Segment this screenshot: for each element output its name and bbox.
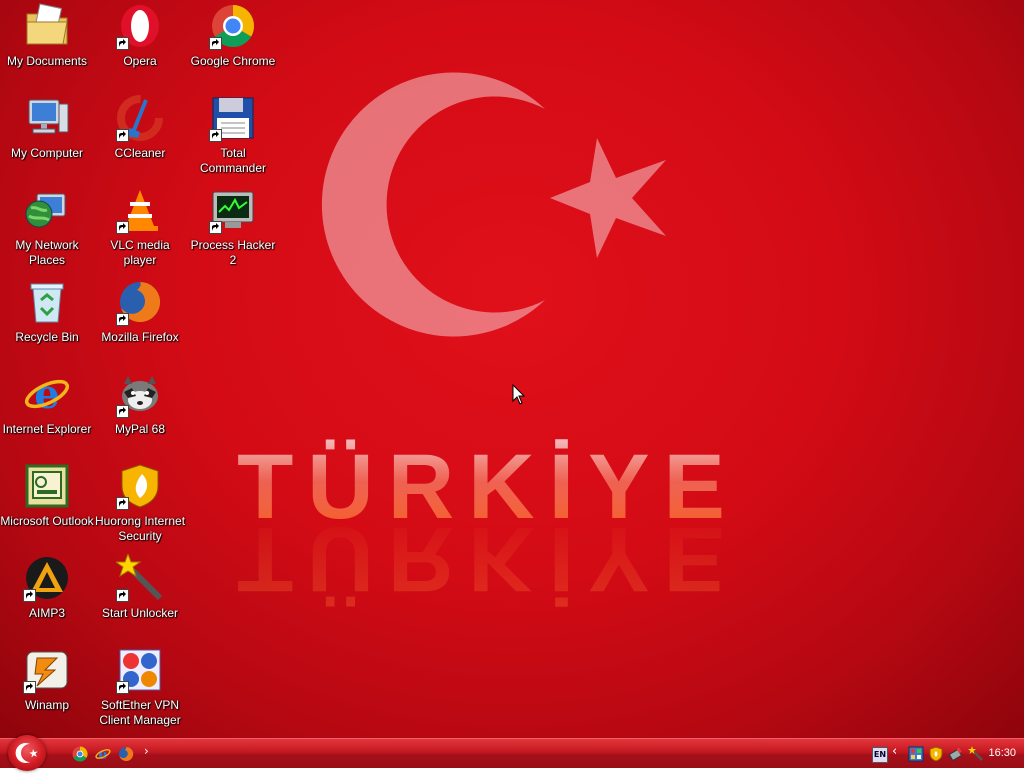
desktop-icon-aimp3[interactable]: AIMP3: [0, 552, 94, 642]
network-places-icon: [23, 186, 71, 234]
desktop-icon-start-unlocker[interactable]: Start Unlocker: [93, 552, 187, 642]
wallpaper-title-reflection: TÜRKİYE: [237, 508, 739, 610]
recycle-bin-icon: [23, 278, 71, 326]
desktop-icon-mozilla-firefox[interactable]: Mozilla Firefox: [93, 276, 187, 366]
desktop-icon-label: Opera: [123, 54, 157, 68]
winamp-icon: [23, 646, 71, 694]
shortcut-arrow-icon: [116, 313, 129, 326]
desktop-icon-label: Process Hacker 2: [190, 238, 276, 267]
desktop-icon-label: Winamp: [24, 698, 69, 712]
process-hacker-icon: [209, 186, 257, 234]
desktop-icon-total-commander[interactable]: Total Commander: [186, 92, 280, 182]
desktop-icon-my-computer[interactable]: My Computer: [0, 92, 94, 182]
desktop-icon-label: Internet Explorer: [2, 422, 92, 436]
computer-icon: [23, 94, 71, 142]
quicklaunch-more-chevron[interactable]: ›: [144, 744, 149, 758]
turkish-flag-start-icon: [15, 743, 38, 763]
shortcut-arrow-icon: [23, 681, 36, 694]
shortcut-arrow-icon: [116, 589, 129, 602]
desktop-icon-label: Huorong Internet Security: [94, 514, 186, 543]
aimp-icon: [23, 554, 71, 602]
softether-vpn-icon: [116, 646, 164, 694]
mouse-cursor-icon: [512, 384, 526, 405]
chrome-icon: [72, 746, 88, 762]
total-commander-icon: [209, 94, 257, 142]
desktop-icon-label: CCleaner: [114, 146, 166, 160]
desktop-icon-my-network-places[interactable]: My Network Places: [0, 184, 94, 274]
shortcut-arrow-icon: [116, 681, 129, 694]
desktop-icon-label: AIMP3: [28, 606, 65, 620]
shortcut-arrow-icon: [23, 589, 36, 602]
desktop-icon-label: VLC media player: [110, 238, 170, 267]
unlocker-wand-icon: [116, 554, 164, 602]
usb-device-icon: [948, 747, 963, 762]
huorong-shield-icon: [929, 746, 943, 762]
tray-network[interactable]: [908, 746, 924, 762]
ccleaner-icon: [116, 94, 164, 142]
desktop-icon-ccleaner[interactable]: CCleaner: [93, 92, 187, 182]
vlc-icon: [116, 186, 164, 234]
shortcut-arrow-icon: [116, 221, 129, 234]
outlook-icon: [23, 462, 71, 510]
desktop-icon-internet-explorer[interactable]: e Internet Explorer: [0, 368, 94, 458]
firefox-icon: [116, 278, 164, 326]
desktop-icon-mypal-68[interactable]: MyPal 68: [93, 368, 187, 458]
desktop-icon-label: Microsoft Outlook: [0, 514, 94, 528]
desktop-icon-label: Recycle Bin: [15, 330, 79, 344]
desktop-icon-huorong-internet-security[interactable]: Huorong Internet Security: [93, 460, 187, 550]
huorong-icon: [116, 462, 164, 510]
chrome-icon: [209, 2, 257, 50]
shortcut-arrow-icon: [116, 405, 129, 418]
firefox-icon: [119, 746, 134, 761]
network-icon: [908, 746, 924, 762]
desktop-icon-label: My Documents: [6, 54, 88, 68]
desktop-icon-label: MyPal 68: [114, 422, 166, 436]
tray-huorong[interactable]: [928, 746, 944, 762]
tray-expand-chevron[interactable]: ‹: [892, 744, 897, 759]
desktop-icon-my-documents[interactable]: My Documents: [0, 0, 94, 90]
start-button[interactable]: [8, 735, 46, 771]
shortcut-arrow-icon: [116, 497, 129, 510]
desktop-icon-recycle-bin[interactable]: Recycle Bin: [0, 276, 94, 366]
internet-explorer-icon: e: [23, 370, 71, 418]
system-tray: EN ‹ 16:30: [864, 739, 1024, 769]
desktop-icon-winamp[interactable]: Winamp: [0, 644, 94, 734]
svg-text:e: e: [34, 371, 59, 418]
desktop-icon-label: Start Unlocker: [101, 606, 179, 620]
desktop-icon-microsoft-outlook[interactable]: Microsoft Outlook: [0, 460, 94, 550]
desktop-icon-vlc-media-player[interactable]: VLC media player: [93, 184, 187, 274]
desktop-icon-label: Total Commander: [199, 146, 267, 175]
shortcut-arrow-icon: [209, 129, 222, 142]
mypal-icon: [116, 370, 164, 418]
shortcut-arrow-icon: [116, 129, 129, 142]
crescent-icon: [321, 72, 545, 337]
desktop-icon-google-chrome[interactable]: Google Chrome: [186, 0, 280, 90]
desktop-icon-process-hacker-2[interactable]: Process Hacker 2: [186, 184, 280, 274]
internet-explorer-icon: e: [95, 747, 111, 763]
desktop-icon-label: My Network Places: [15, 238, 79, 267]
shortcut-arrow-icon: [209, 221, 222, 234]
desktop-icon-label: Google Chrome: [190, 54, 276, 68]
taskbar: e › EN ‹ 16:30: [0, 735, 1024, 771]
folder-documents-icon: [23, 2, 71, 50]
language-indicator[interactable]: EN: [872, 747, 888, 763]
tray-usb[interactable]: [948, 746, 964, 762]
desktop-icon-label: My Computer: [10, 146, 84, 160]
desktop-icon-softether-vpn-client-manager[interactable]: SoftEther VPN Client Manager: [93, 644, 187, 734]
quicklaunch-internet-explorer[interactable]: e: [95, 746, 111, 763]
desktop-icon-label: Mozilla Firefox: [101, 330, 179, 344]
desktop-icon-opera[interactable]: Opera: [93, 0, 187, 90]
star-icon: [550, 138, 666, 258]
unlocker-wand-icon: [968, 746, 983, 761]
quicklaunch-firefox[interactable]: [118, 746, 134, 762]
opera-icon: [116, 2, 164, 50]
desktop[interactable]: TÜRKİYE TÜRKİYE My Documents My Computer M…: [0, 0, 1024, 738]
shortcut-arrow-icon: [116, 37, 129, 50]
tray-unlocker[interactable]: [968, 746, 984, 762]
clock[interactable]: 16:30: [988, 747, 1016, 759]
quicklaunch-chrome[interactable]: [72, 746, 88, 762]
shortcut-arrow-icon: [209, 37, 222, 50]
desktop-icon-label: SoftEther VPN Client Manager: [99, 698, 181, 727]
